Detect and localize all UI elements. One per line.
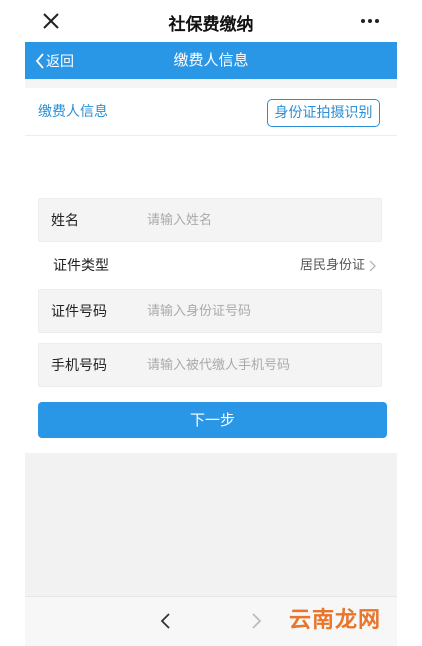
phone-label: 手机号码 (51, 358, 107, 374)
page-title: 缴费人信息 (173, 51, 249, 69)
next-step-button[interactable]: 下一步 (38, 402, 387, 438)
id-number-row: 证件号码 (38, 289, 382, 334)
id-number-label: 证件号码 (51, 304, 107, 320)
name-row: 姓名 (38, 198, 382, 243)
phone-row: 手机号码 (38, 343, 382, 388)
chevron-right-icon (369, 260, 376, 272)
name-input[interactable] (147, 199, 373, 243)
more-icon[interactable] (354, 8, 386, 34)
divider-strip (25, 79, 397, 88)
section-title: 缴费人信息 (38, 104, 108, 120)
webview-frame: 返回 缴费人信息 缴费人信息 身份证拍摄识别 姓名 证件类型 居民身份证 证件号… (25, 42, 397, 632)
id-type-label: 证件类型 (53, 258, 109, 274)
id-type-value: 居民身份证 (299, 258, 365, 273)
id-number-input[interactable] (147, 290, 373, 334)
id-card-scan-button[interactable]: 身份证拍摄识别 (267, 99, 380, 127)
id-type-select[interactable]: 居民身份证 (300, 246, 376, 286)
payer-info-panel: 缴费人信息 身份证拍摄识别 姓名 证件类型 居民身份证 证件号码 手机号码 下一… (25, 79, 397, 453)
watermark-logo: 云南龙网 (289, 608, 382, 633)
chevron-right-icon[interactable] (247, 611, 265, 631)
section-header: 缴费人信息 身份证拍摄识别 (25, 88, 397, 136)
name-label: 姓名 (51, 213, 79, 229)
phone-input[interactable] (147, 344, 373, 388)
id-type-row[interactable]: 证件类型 居民身份证 (38, 246, 382, 286)
nav-bar: 返回 缴费人信息 (25, 42, 397, 79)
chevron-left-icon[interactable] (157, 611, 175, 631)
app-top-bar: 社保费缴纳 (0, 0, 422, 42)
